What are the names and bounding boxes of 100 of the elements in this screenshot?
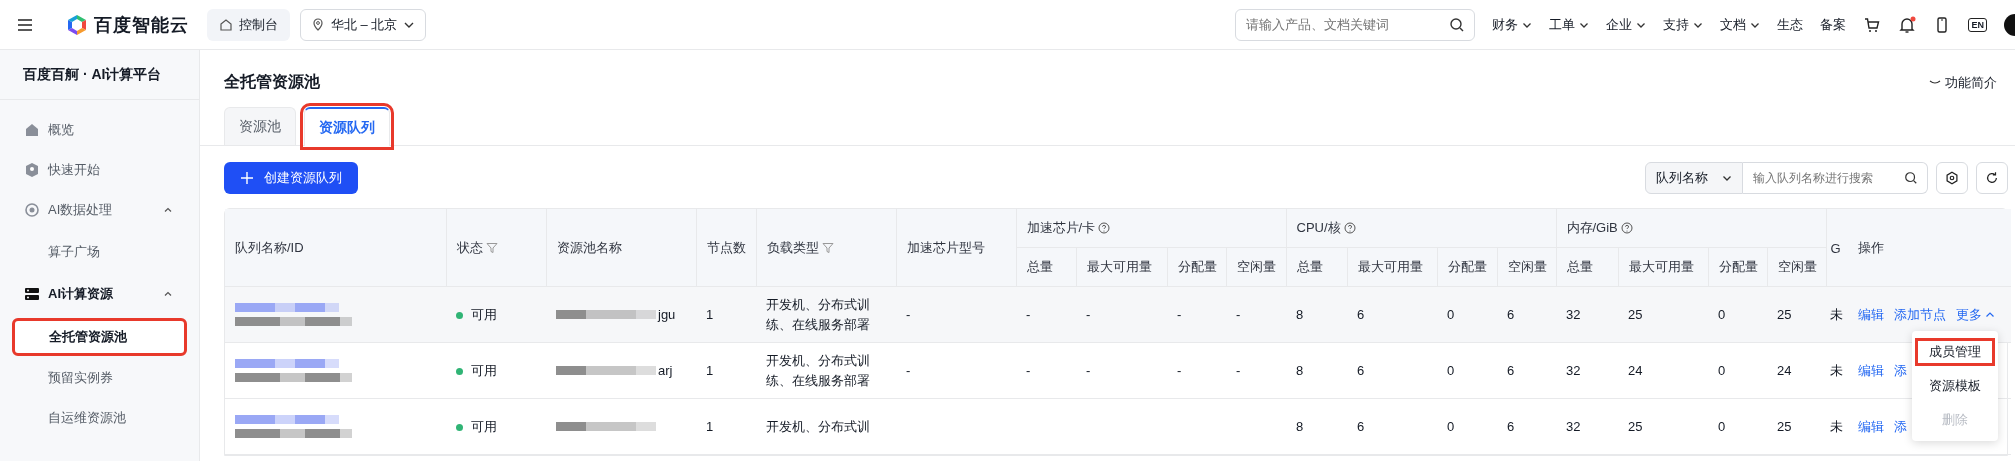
table-cell: 25: [1618, 286, 1708, 343]
column-header: 节点数: [706, 238, 746, 257]
table-cell: 24: [1767, 342, 1827, 399]
tab[interactable]: 资源池: [224, 107, 296, 145]
column-header: 总量: [1566, 258, 1593, 276]
table-cell: 0: [1437, 398, 1497, 455]
table-cell: -: [1076, 342, 1167, 399]
column-header: 空闲量: [1777, 258, 1817, 276]
table-cell: 0: [1437, 286, 1497, 343]
platform-title: 百度百舸 · AI计算平台: [0, 50, 199, 100]
table-cell: 未: [1826, 342, 1849, 399]
status-text: 可用: [471, 362, 497, 378]
pool-name-text: jgu: [658, 307, 676, 322]
table-cell: -: [896, 286, 1016, 343]
create-queue-button[interactable]: 创建资源队列: [224, 162, 358, 194]
search-icon[interactable]: [1449, 16, 1466, 33]
nav-menu-item[interactable]: 企业: [1606, 15, 1647, 34]
refresh-icon: [1985, 171, 1999, 185]
help-icon[interactable]: [1620, 222, 1633, 234]
region-select[interactable]: 华北 – 北京: [300, 8, 427, 41]
table-cell: 6: [1347, 398, 1437, 455]
column-header: 状态: [456, 238, 483, 257]
menu-item[interactable]: 资源模板: [1912, 369, 1999, 403]
table-cell: -: [1226, 342, 1286, 399]
table-cell: 6: [1347, 342, 1437, 399]
sidebar-item[interactable]: 概览: [12, 110, 187, 150]
location-pin-icon: [311, 17, 325, 32]
table-cell: 1: [696, 286, 756, 343]
sidebar-subitem[interactable]: 全托管资源池: [12, 318, 187, 356]
action-link[interactable]: 编辑: [1858, 417, 1885, 436]
field-select[interactable]: 队列名称: [1645, 162, 1743, 194]
search-field[interactable]: 请输入产品、文档关键词: [1235, 8, 1476, 41]
nav-menu-item[interactable]: 财务: [1492, 15, 1533, 34]
house-icon: [219, 17, 233, 32]
column-header: G: [1830, 240, 1841, 256]
filter-icon[interactable]: [485, 241, 498, 254]
column-header: 最大可用量: [1628, 258, 1694, 276]
table-cell: -: [1016, 286, 1076, 343]
sidebar-item[interactable]: AI计算资源: [12, 274, 187, 314]
action-link[interactable]: 添: [1894, 417, 1908, 436]
column-header: 内存/GiB: [1566, 219, 1618, 237]
nav-menu-item[interactable]: 文档: [1720, 15, 1761, 34]
bell-icon[interactable]: [1898, 15, 1917, 34]
table-cell: 32: [1556, 286, 1618, 343]
column-header: 空闲量: [1507, 258, 1547, 276]
column-header: 分配量: [1447, 258, 1487, 276]
console-button[interactable]: 控制台: [207, 8, 290, 41]
help-icon[interactable]: [1343, 222, 1356, 234]
filter-icon[interactable]: [821, 241, 834, 254]
menu-item[interactable]: 成员管理: [1912, 335, 1999, 369]
action-link[interactable]: 添加节点: [1894, 305, 1947, 324]
table-cell: 8: [1286, 398, 1347, 455]
nav-menu-item[interactable]: 支持: [1663, 15, 1704, 34]
table-cell: 6: [1497, 398, 1556, 455]
plus-icon: [240, 171, 254, 185]
sidebar-subitem[interactable]: 预留实例券: [12, 360, 187, 396]
cart-icon[interactable]: [1863, 15, 1882, 34]
sidebar-subitem[interactable]: 算子广场: [12, 234, 187, 270]
settings-icon: [1945, 171, 1959, 185]
refresh-button[interactable]: [1976, 162, 2008, 194]
status-text: 可用: [471, 418, 497, 434]
nav-menu-item[interactable]: 生态: [1777, 15, 1804, 34]
action-link[interactable]: 添: [1894, 361, 1908, 380]
table-cell: 8: [1286, 286, 1347, 343]
table-cell: 0: [1708, 398, 1767, 455]
column-header: 负载类型: [766, 238, 819, 257]
status-text: 可用: [471, 306, 497, 322]
more-link[interactable]: 更多: [1956, 305, 1996, 324]
hexagon-icon: [24, 162, 40, 178]
language-button[interactable]: EN: [1968, 17, 1987, 32]
table-cell: 25: [1767, 398, 1827, 455]
sidebar-item[interactable]: 快速开始: [12, 150, 187, 190]
nav-menu-item[interactable]: 备案: [1820, 15, 1847, 34]
column-header: 资源池名称: [556, 238, 622, 257]
sidebar-subitem[interactable]: 自运维资源池: [12, 400, 187, 436]
cube-logo-icon: [66, 13, 88, 36]
target-icon: [24, 202, 40, 218]
column-header: 队列名称/ID: [235, 238, 304, 257]
sidebar-item[interactable]: AI数据处理: [12, 190, 187, 230]
table-cell: -: [1226, 286, 1286, 343]
intro-link[interactable]: 功能简介: [1929, 73, 1997, 92]
nav-menu-item[interactable]: 工单: [1549, 15, 1590, 34]
table-cell: 1: [696, 342, 756, 399]
queue-search-field[interactable]: 输入队列名称进行搜索: [1743, 162, 1928, 194]
table-cell: 6: [1497, 342, 1556, 399]
table-cell: 0: [1437, 342, 1497, 399]
action-link[interactable]: 编辑: [1858, 305, 1885, 324]
table-cell: 开发机、分布式训: [756, 398, 896, 455]
table-cell: 6: [1497, 286, 1556, 343]
table-cell: 1: [696, 398, 756, 455]
column-header: 操作: [1858, 238, 1885, 257]
pool-name-text: arj: [658, 363, 673, 378]
action-link[interactable]: 编辑: [1858, 361, 1885, 380]
help-icon[interactable]: [1098, 222, 1111, 234]
server-icon: [24, 286, 40, 302]
table-cell: 0: [1708, 342, 1767, 399]
table-cell: 25: [1618, 398, 1708, 455]
search-icon[interactable]: [1904, 171, 1918, 185]
table-cell: 8: [1286, 342, 1347, 399]
settings-button[interactable]: [1936, 162, 1968, 194]
